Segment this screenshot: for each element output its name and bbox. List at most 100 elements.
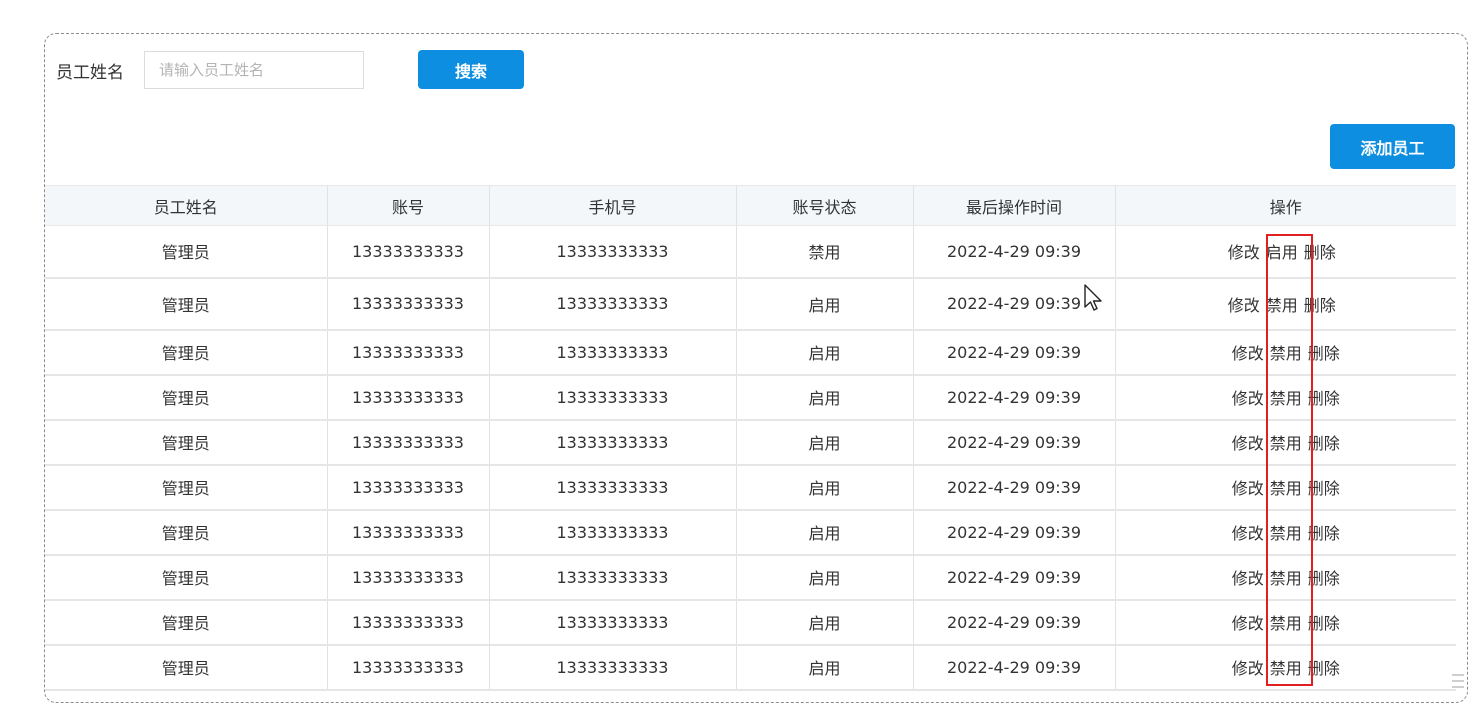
column-header-name: 员工姓名 <box>45 185 328 226</box>
edit-link[interactable]: 修改 <box>1229 520 1267 544</box>
edit-link[interactable]: 修改 <box>1229 340 1267 364</box>
cell-phone: 13333333333 <box>489 509 737 555</box>
cell-phone: 13333333333 <box>489 464 737 510</box>
cell-phone: 13333333333 <box>489 644 737 690</box>
cell-phone: 13333333333 <box>489 419 737 465</box>
cell-phone: 13333333333 <box>489 277 737 330</box>
edit-link[interactable]: 修改 <box>1225 239 1263 263</box>
cell-last-operation-time: 2022-4-29 09:39 <box>913 419 1116 465</box>
delete-link[interactable]: 删除 <box>1305 430 1343 454</box>
column-header-status: 账号状态 <box>736 185 914 226</box>
cell-employee-name: 管理员 <box>45 277 328 330</box>
cell-account: 13333333333 <box>327 225 490 278</box>
delete-link[interactable]: 删除 <box>1305 565 1343 589</box>
cell-account-status: 启用 <box>736 419 914 465</box>
column-header-phone: 手机号 <box>489 185 737 226</box>
cell-actions: 修改 禁用 删除 <box>1115 510 1456 555</box>
toggle-status-link[interactable]: 禁用 <box>1267 610 1305 634</box>
employee-table: 员工姓名 账号 手机号 账号状态 最后操作时间 操作 管理员 1333333333… <box>45 185 1456 691</box>
table-row: 管理员 13333333333 13333333333 启用 2022-4-29 09:… <box>45 644 1456 690</box>
cell-actions: 修改 禁用 删除 <box>1115 600 1456 645</box>
toggle-status-link[interactable]: 禁用 <box>1267 655 1305 679</box>
cell-employee-name: 管理员 <box>45 419 328 465</box>
cell-phone: 13333333333 <box>489 225 737 278</box>
cell-phone: 13333333333 <box>489 554 737 600</box>
edit-link[interactable]: 修改 <box>1229 430 1267 454</box>
cell-account: 13333333333 <box>327 374 490 420</box>
toggle-status-link[interactable]: 禁用 <box>1267 340 1305 364</box>
edit-link[interactable]: 修改 <box>1225 292 1263 316</box>
delete-link[interactable]: 删除 <box>1305 610 1343 634</box>
cell-employee-name: 管理员 <box>45 554 328 600</box>
column-header-account: 账号 <box>327 185 490 226</box>
scroll-indicator[interactable] <box>1448 670 1468 700</box>
cell-last-operation-time: 2022-4-29 09:39 <box>913 599 1116 645</box>
toggle-status-link[interactable]: 禁用 <box>1267 565 1305 589</box>
cell-last-operation-time: 2022-4-29 09:39 <box>913 374 1116 420</box>
table-row: 管理员 13333333333 13333333333 启用 2022-4-29 09:… <box>45 329 1456 375</box>
cell-employee-name: 管理员 <box>45 644 328 690</box>
cell-actions: 修改 禁用 删除 <box>1115 555 1456 600</box>
cell-actions: 修改 禁用 删除 <box>1115 375 1456 420</box>
toggle-status-link[interactable]: 禁用 <box>1267 430 1305 454</box>
cell-account-status: 启用 <box>736 374 914 420</box>
toggle-status-link[interactable]: 禁用 <box>1267 475 1305 499</box>
toggle-status-link[interactable]: 禁用 <box>1267 520 1305 544</box>
cell-actions: 修改 禁用 删除 <box>1115 465 1456 510</box>
employee-name-label: 员工姓名 <box>56 63 124 83</box>
cell-employee-name: 管理员 <box>45 509 328 555</box>
edit-link[interactable]: 修改 <box>1229 610 1267 634</box>
edit-link[interactable]: 修改 <box>1229 565 1267 589</box>
cell-last-operation-time: 2022-4-29 09:39 <box>913 277 1116 330</box>
table-row: 管理员 13333333333 13333333333 禁用 2022-4-29 09:… <box>45 225 1456 278</box>
table-row: 管理员 13333333333 13333333333 启用 2022-4-29 09:… <box>45 599 1456 645</box>
cell-actions: 修改 禁用 删除 <box>1115 278 1456 330</box>
cell-last-operation-time: 2022-4-29 09:39 <box>913 644 1116 690</box>
cell-phone: 13333333333 <box>489 599 737 645</box>
delete-link[interactable]: 删除 <box>1305 385 1343 409</box>
cell-employee-name: 管理员 <box>45 225 328 278</box>
toggle-status-link[interactable]: 禁用 <box>1267 385 1305 409</box>
cell-account-status: 启用 <box>736 329 914 375</box>
edit-link[interactable]: 修改 <box>1229 655 1267 679</box>
edit-link[interactable]: 修改 <box>1229 385 1267 409</box>
cell-phone: 13333333333 <box>489 374 737 420</box>
delete-link[interactable]: 删除 <box>1305 655 1343 679</box>
add-employee-button[interactable]: 添加员工 <box>1330 124 1455 169</box>
employee-name-search-input[interactable] <box>144 51 364 89</box>
delete-link[interactable]: 删除 <box>1301 239 1339 263</box>
cell-actions: 修改 禁用 删除 <box>1115 420 1456 465</box>
cell-account: 13333333333 <box>327 464 490 510</box>
cell-employee-name: 管理员 <box>45 599 328 645</box>
table-row: 管理员 13333333333 13333333333 启用 2022-4-29 09:… <box>45 419 1456 465</box>
cell-account-status: 启用 <box>736 599 914 645</box>
cell-account: 13333333333 <box>327 599 490 645</box>
cell-last-operation-time: 2022-4-29 09:39 <box>913 464 1116 510</box>
table-row: 管理员 13333333333 13333333333 启用 2022-4-29 09:… <box>45 277 1456 330</box>
delete-link[interactable]: 删除 <box>1301 292 1339 316</box>
table-row: 管理员 13333333333 13333333333 启用 2022-4-29 09:… <box>45 464 1456 510</box>
cell-account-status: 启用 <box>736 277 914 330</box>
delete-link[interactable]: 删除 <box>1305 340 1343 364</box>
cell-last-operation-time: 2022-4-29 09:39 <box>913 329 1116 375</box>
cell-employee-name: 管理员 <box>45 329 328 375</box>
cell-account: 13333333333 <box>327 329 490 375</box>
cell-actions: 修改 禁用 删除 <box>1115 330 1456 375</box>
table-row: 管理员 13333333333 13333333333 启用 2022-4-29 09:… <box>45 509 1456 555</box>
table-row: 管理员 13333333333 13333333333 启用 2022-4-29 09:… <box>45 554 1456 600</box>
cell-account: 13333333333 <box>327 554 490 600</box>
delete-link[interactable]: 删除 <box>1305 475 1343 499</box>
cell-employee-name: 管理员 <box>45 464 328 510</box>
toggle-status-link[interactable]: 启用 <box>1263 239 1301 263</box>
cell-last-operation-time: 2022-4-29 09:39 <box>913 509 1116 555</box>
cell-last-operation-time: 2022-4-29 09:39 <box>913 225 1116 278</box>
toggle-status-link[interactable]: 禁用 <box>1263 292 1301 316</box>
cell-account-status: 禁用 <box>736 225 914 278</box>
delete-link[interactable]: 删除 <box>1305 520 1343 544</box>
edit-link[interactable]: 修改 <box>1229 475 1267 499</box>
cell-account: 13333333333 <box>327 509 490 555</box>
search-button[interactable]: 搜索 <box>418 50 524 89</box>
table-row: 管理员 13333333333 13333333333 启用 2022-4-29 09:… <box>45 374 1456 420</box>
cell-account: 13333333333 <box>327 419 490 465</box>
table-header-row: 员工姓名 账号 手机号 账号状态 最后操作时间 操作 <box>45 185 1456 226</box>
